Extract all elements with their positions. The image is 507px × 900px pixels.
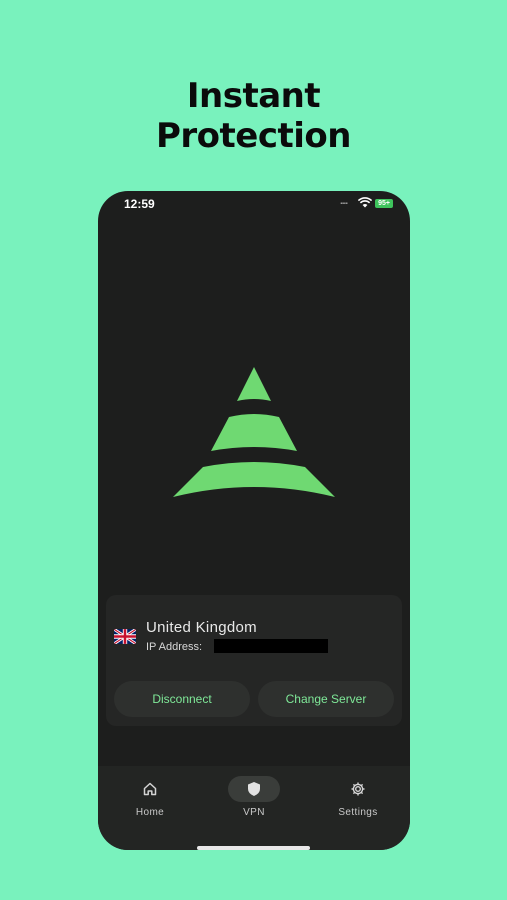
disconnect-button[interactable]: Disconnect bbox=[114, 681, 250, 717]
tab-settings-label: Settings bbox=[338, 807, 378, 818]
vpn-logo-icon bbox=[173, 367, 335, 497]
change-server-button[interactable]: Change Server bbox=[258, 681, 394, 717]
headline-line-2: Protection bbox=[156, 116, 351, 156]
wifi-icon bbox=[358, 197, 372, 208]
tab-settings[interactable]: Settings bbox=[306, 766, 410, 850]
country-name: United Kingdom bbox=[146, 619, 257, 636]
connection-card: United Kingdom IP Address: Disconnect Ch… bbox=[106, 595, 402, 726]
home-indicator bbox=[197, 846, 310, 850]
tab-vpn[interactable]: VPN bbox=[202, 766, 306, 850]
ip-address-value-redacted bbox=[214, 639, 328, 653]
home-icon bbox=[143, 782, 157, 796]
battery-icon: 95+ bbox=[375, 199, 393, 208]
phone-screen: 12:59 .... 95+ United Kingdom IP Address… bbox=[98, 191, 410, 850]
shield-icon bbox=[248, 782, 260, 796]
tab-bar: Home VPN Settings bbox=[98, 766, 410, 850]
gear-icon bbox=[351, 782, 365, 796]
tab-home[interactable]: Home bbox=[98, 766, 202, 850]
tab-vpn-label: VPN bbox=[243, 807, 265, 818]
headline-line-1: Instant bbox=[186, 76, 321, 116]
uk-flag-icon bbox=[114, 629, 136, 644]
status-time: 12:59 bbox=[124, 197, 155, 211]
tab-home-label: Home bbox=[135, 807, 165, 818]
headline: Instant Protection bbox=[0, 76, 507, 156]
signal-icon: .... bbox=[340, 196, 348, 207]
status-bar: 12:59 .... 95+ bbox=[98, 191, 410, 217]
ip-address-label: IP Address: bbox=[146, 641, 203, 653]
